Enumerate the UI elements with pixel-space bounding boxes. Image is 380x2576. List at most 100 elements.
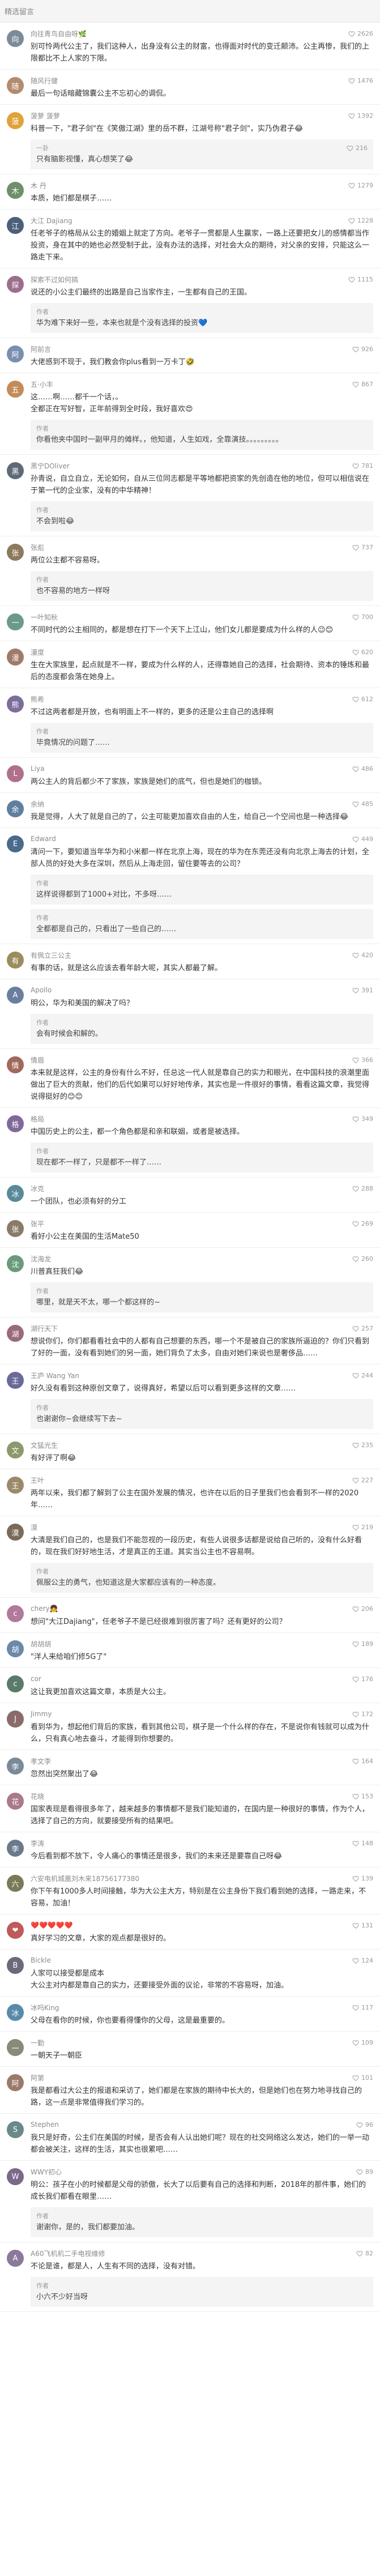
avatar[interactable]: 张 — [7, 544, 24, 561]
avatar[interactable]: 阿 — [7, 2074, 24, 2091]
heart-icon[interactable] — [348, 276, 357, 283]
comment-username[interactable]: 冰吗King — [31, 2003, 59, 2012]
avatar[interactable]: 一 — [7, 613, 24, 630]
heart-icon[interactable] — [348, 217, 357, 224]
avatar[interactable]: 一 — [7, 2039, 24, 2056]
heart-icon[interactable] — [352, 1922, 361, 1929]
comment-username[interactable]: 张平 — [31, 1219, 44, 1229]
heart-icon[interactable] — [352, 613, 361, 621]
comment-username[interactable]: 五·小丰 — [31, 379, 53, 389]
comment-username[interactable]: 向往青鸟自由呀🌿 — [31, 29, 87, 39]
like-button[interactable]: 101 — [352, 2074, 373, 2082]
heart-icon[interactable] — [352, 800, 361, 808]
comment-username[interactable]: 漠 — [31, 1522, 37, 1532]
heart-icon[interactable] — [352, 1640, 361, 1648]
comment-username[interactable]: 六安电机城凰刘木来18756177380 — [31, 1874, 139, 1883]
comment-username[interactable]: ❤️❤️❤️❤️❤️ — [31, 1921, 73, 1929]
avatar[interactable]: 漠 — [7, 1524, 24, 1541]
comment-username[interactable]: 孝文李 — [31, 1756, 51, 1766]
heart-icon[interactable] — [352, 1477, 361, 1484]
heart-icon[interactable] — [352, 1711, 361, 1718]
comment-username[interactable]: 冰克 — [31, 1184, 44, 1193]
comment-username[interactable]: 余纳 — [31, 799, 44, 809]
heart-icon[interactable] — [352, 1793, 361, 1800]
comment-username[interactable]: 有佩立三公主 — [31, 950, 71, 960]
comment-username[interactable]: chery👧 — [31, 1605, 58, 1613]
like-button[interactable]: 620 — [352, 649, 373, 656]
avatar[interactable]: 张 — [7, 1220, 24, 1237]
heart-icon[interactable] — [352, 1255, 361, 1263]
heart-icon[interactable] — [348, 112, 357, 120]
like-button[interactable]: 391 — [352, 987, 373, 994]
avatar[interactable]: 王 — [7, 1372, 24, 1389]
avatar[interactable]: 情 — [7, 1056, 24, 1073]
like-button[interactable]: 867 — [352, 381, 373, 388]
avatar[interactable]: 江 — [7, 217, 24, 234]
like-button[interactable]: 1279 — [348, 182, 373, 189]
heart-icon[interactable] — [352, 987, 361, 994]
comment-username[interactable]: 沈海龙 — [31, 1254, 51, 1264]
like-button[interactable]: 1392 — [348, 112, 373, 120]
heart-icon[interactable] — [352, 1875, 361, 1882]
avatar[interactable]: J — [7, 1711, 24, 1728]
comment-username[interactable]: 文猛光生 — [31, 1440, 58, 1450]
comment-username[interactable]: cor — [31, 1675, 41, 1683]
comment-username[interactable]: 黑宁DOliver — [31, 461, 70, 471]
like-button[interactable]: 117 — [352, 2004, 373, 2011]
like-button[interactable]: 131 — [352, 1922, 373, 1929]
avatar[interactable]: 王 — [7, 1477, 24, 1494]
heart-icon[interactable] — [352, 1675, 361, 1683]
like-button[interactable]: 206 — [352, 1605, 373, 1613]
like-button[interactable]: 82 — [356, 2250, 373, 2257]
avatar[interactable]: L — [7, 765, 24, 782]
like-button[interactable]: 109 — [352, 2039, 373, 2046]
avatar[interactable]: E — [7, 835, 24, 852]
comment-username[interactable]: 一叶知秋 — [31, 612, 58, 622]
avatar[interactable]: c — [7, 1605, 24, 1622]
heart-icon[interactable] — [352, 1840, 361, 1847]
comment-username[interactable]: 胡胡胡 — [31, 1639, 51, 1649]
comment-username[interactable]: 大江 Dajiang — [31, 216, 72, 225]
comment-username[interactable]: A60飞机机二手电视维修 — [31, 2249, 105, 2258]
heart-icon[interactable] — [352, 1605, 361, 1613]
comment-username[interactable]: 一勤 — [31, 2038, 44, 2048]
heart-icon[interactable] — [356, 2121, 365, 2129]
comment-username[interactable]: 格局 — [31, 1114, 44, 1124]
like-button[interactable]: 288 — [352, 1185, 373, 1192]
avatar[interactable]: 有 — [7, 952, 24, 969]
like-button[interactable]: 420 — [352, 952, 373, 959]
comment-username[interactable]: 熊希 — [31, 694, 44, 704]
avatar[interactable]: 冰 — [7, 2004, 24, 2021]
comment-username[interactable]: Bickle — [31, 1956, 51, 1964]
like-button[interactable]: 486 — [352, 765, 373, 773]
like-button[interactable]: 1228 — [348, 217, 373, 224]
heart-icon[interactable] — [356, 2168, 365, 2176]
comment-username[interactable]: 漫度 — [31, 647, 44, 657]
like-button[interactable]: 1476 — [348, 77, 373, 84]
like-button[interactable]: 485 — [352, 800, 373, 808]
heart-icon[interactable] — [352, 1056, 361, 1064]
comment-username[interactable]: Stephen — [31, 2121, 59, 2129]
reply-like-button[interactable]: 216 — [347, 144, 368, 152]
heart-icon[interactable] — [352, 696, 361, 703]
like-button[interactable]: 449 — [352, 835, 373, 843]
heart-icon[interactable] — [352, 1220, 361, 1227]
like-button[interactable]: 96 — [356, 2121, 373, 2129]
heart-icon[interactable] — [352, 1185, 361, 1192]
heart-icon[interactable] — [352, 1441, 361, 1449]
like-button[interactable]: 257 — [352, 1325, 373, 1332]
like-button[interactable]: 164 — [352, 1758, 373, 1765]
heart-icon[interactable] — [352, 381, 361, 388]
comment-username[interactable]: 花晓 — [31, 1792, 44, 1801]
like-button[interactable]: 737 — [352, 544, 373, 551]
avatar[interactable]: 探 — [7, 276, 24, 293]
avatar[interactable]: B — [7, 1957, 24, 1974]
heart-icon[interactable] — [352, 952, 361, 959]
avatar[interactable]: 木 — [7, 182, 24, 199]
like-button[interactable]: 89 — [356, 2168, 373, 2176]
heart-icon[interactable] — [352, 2004, 361, 2011]
avatar[interactable]: 黑 — [7, 462, 24, 479]
comment-username[interactable]: 情眉 — [31, 1055, 44, 1065]
comment-username[interactable]: 张彪 — [31, 543, 44, 552]
like-button[interactable]: 235 — [352, 1441, 373, 1449]
